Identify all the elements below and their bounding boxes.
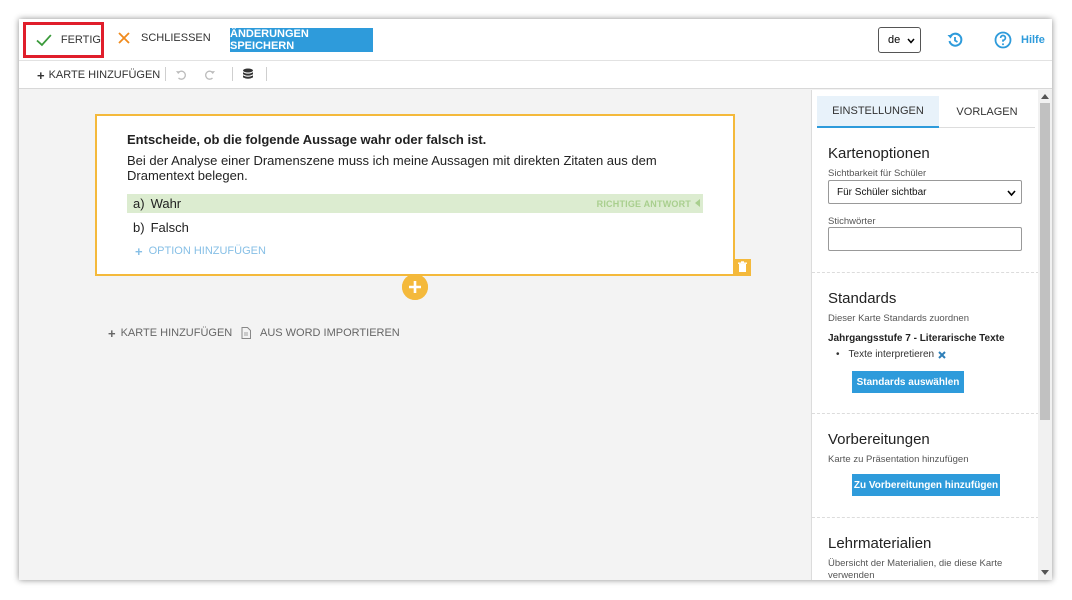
card-canvas: Entscheide, ob die folgende Aussage wahr… <box>19 90 811 580</box>
add-card-below-icon[interactable] <box>402 274 428 300</box>
close-icon <box>118 32 130 44</box>
preparations-title: Vorbereitungen <box>828 431 930 448</box>
scroll-up-icon[interactable] <box>1041 93 1049 99</box>
card-content: Entscheide, ob die folgende Aussage wahr… <box>107 118 723 268</box>
chevron-down-icon <box>907 38 915 44</box>
standards-section: Standards Dieser Karte Standards zuordne… <box>812 272 1038 413</box>
question-circle-icon <box>994 31 1012 49</box>
save-changes-button[interactable]: ÄNDERUNGEN SPEICHERN <box>230 28 373 52</box>
add-option-label: OPTION HINZUFÜGEN <box>148 245 266 257</box>
add-option-button[interactable]: + OPTION HINZUFÜGEN <box>135 243 266 259</box>
card-options-title: Kartenoptionen <box>828 145 930 162</box>
standards-subtitle: Dieser Karte Standards zuordnen <box>828 313 969 324</box>
help-button[interactable]: Hilfe <box>994 31 1045 49</box>
option-a[interactable]: a) Wahr RICHTIGE ANTWORT <box>127 194 703 213</box>
materials-section: Lehrmaterialien Übersicht der Materialie… <box>812 517 1038 580</box>
language-value: de <box>888 34 901 46</box>
import-word-button[interactable]: AUS WORD IMPORTIEREN <box>241 327 400 339</box>
keywords-input[interactable] <box>828 227 1022 251</box>
import-word-label: AUS WORD IMPORTIEREN <box>260 327 400 339</box>
option-b[interactable]: b) Falsch <box>127 218 703 237</box>
correct-answer-label: RICHTIGE ANTWORT <box>596 198 691 209</box>
document-icon <box>241 327 251 339</box>
toolbar-divider <box>266 67 267 81</box>
scroll-down-icon[interactable] <box>1041 570 1049 576</box>
close-label: SCHLIESSEN <box>141 32 211 44</box>
tab-templates[interactable]: VORLAGEN <box>939 96 1035 128</box>
scrollbar-thumb[interactable] <box>1040 103 1050 420</box>
option-text: Wahr <box>150 196 182 211</box>
history-icon[interactable] <box>946 31 964 49</box>
close-button[interactable]: SCHLIESSEN <box>116 30 211 46</box>
redo-icon[interactable] <box>204 69 216 81</box>
standards-group: Jahrgangsstufe 7 - Literarische Texte <box>828 333 1005 344</box>
add-to-preparations-button[interactable]: Zu Vorbereitungen hinzufügen <box>852 474 1000 496</box>
select-standards-button[interactable]: Standards auswählen <box>852 371 964 393</box>
tab-settings[interactable]: EINSTELLUNGEN <box>817 96 939 128</box>
option-letter: a) <box>133 196 145 211</box>
plus-icon: + <box>108 325 116 341</box>
option-letter: b) <box>133 220 145 235</box>
remove-icon[interactable] <box>938 350 946 359</box>
question-title[interactable]: Entscheide, ob die folgende Aussage wahr… <box>127 132 486 147</box>
settings-panel: EINSTELLUNGEN VORLAGEN Kartenoptionen Si… <box>811 90 1038 580</box>
done-button[interactable]: FERTIG <box>23 22 104 58</box>
panel-tabs: EINSTELLUNGEN VORLAGEN <box>812 90 1038 128</box>
check-icon <box>36 34 52 47</box>
standards-title: Standards <box>828 290 897 307</box>
toolbar-divider <box>165 67 166 81</box>
chevron-down-icon <box>1007 190 1016 197</box>
done-label: FERTIG <box>60 34 101 46</box>
materials-title: Lehrmaterialien <box>828 535 932 552</box>
undo-icon[interactable] <box>175 69 187 81</box>
question-card[interactable]: Entscheide, ob die folgende Aussage wahr… <box>95 114 735 276</box>
canvas-add-card-label: KARTE HINZUFÜGEN <box>120 327 233 339</box>
materials-subtitle: Übersicht der Materialien, die diese Kar… <box>828 558 1003 580</box>
trash-icon[interactable] <box>734 259 751 276</box>
database-icon[interactable] <box>242 68 254 81</box>
bullet: • <box>836 349 840 360</box>
plus-icon: + <box>135 243 143 259</box>
toolbar-add-card-button[interactable]: + KARTE HINZUFÜGEN <box>37 67 161 83</box>
help-label: Hilfe <box>1021 34 1045 46</box>
visibility-select[interactable]: Für Schüler sichtbar <box>828 180 1022 204</box>
editor-window: FERTIG SCHLIESSEN ÄNDERUNGEN SPEICHERN d… <box>19 19 1052 580</box>
standard-item: • Texte interpretieren <box>836 349 946 360</box>
option-text: Falsch <box>150 220 189 235</box>
canvas-add-card-button[interactable]: + KARTE HINZUFÜGEN <box>108 325 233 341</box>
preparations-subtitle: Karte zu Präsentation hinzufügen <box>828 454 969 465</box>
chevron-left-icon <box>695 199 700 207</box>
visibility-value: Für Schüler sichtbar <box>837 186 927 198</box>
toolbar-add-card-label: KARTE HINZUFÜGEN <box>48 69 161 81</box>
toolbar: + KARTE HINZUFÜGEN <box>19 61 1052 89</box>
panel-scrollbar[interactable] <box>1038 90 1052 580</box>
card-options-section: Kartenoptionen Sichtbarkeit für Schüler … <box>812 128 1038 272</box>
preparations-section: Vorbereitungen Karte zu Präsentation hin… <box>812 413 1038 517</box>
language-select[interactable]: de <box>878 27 921 53</box>
top-bar: FERTIG SCHLIESSEN ÄNDERUNGEN SPEICHERN d… <box>19 19 1052 61</box>
toolbar-divider <box>232 67 233 81</box>
visibility-label: Sichtbarkeit für Schüler <box>828 168 927 179</box>
keywords-label: Stichwörter <box>828 216 876 227</box>
standard-item-label: Texte interpretieren <box>848 349 935 360</box>
plus-icon: + <box>37 67 45 83</box>
question-text[interactable]: Bei der Analyse einer Dramenszene muss i… <box>127 153 687 183</box>
